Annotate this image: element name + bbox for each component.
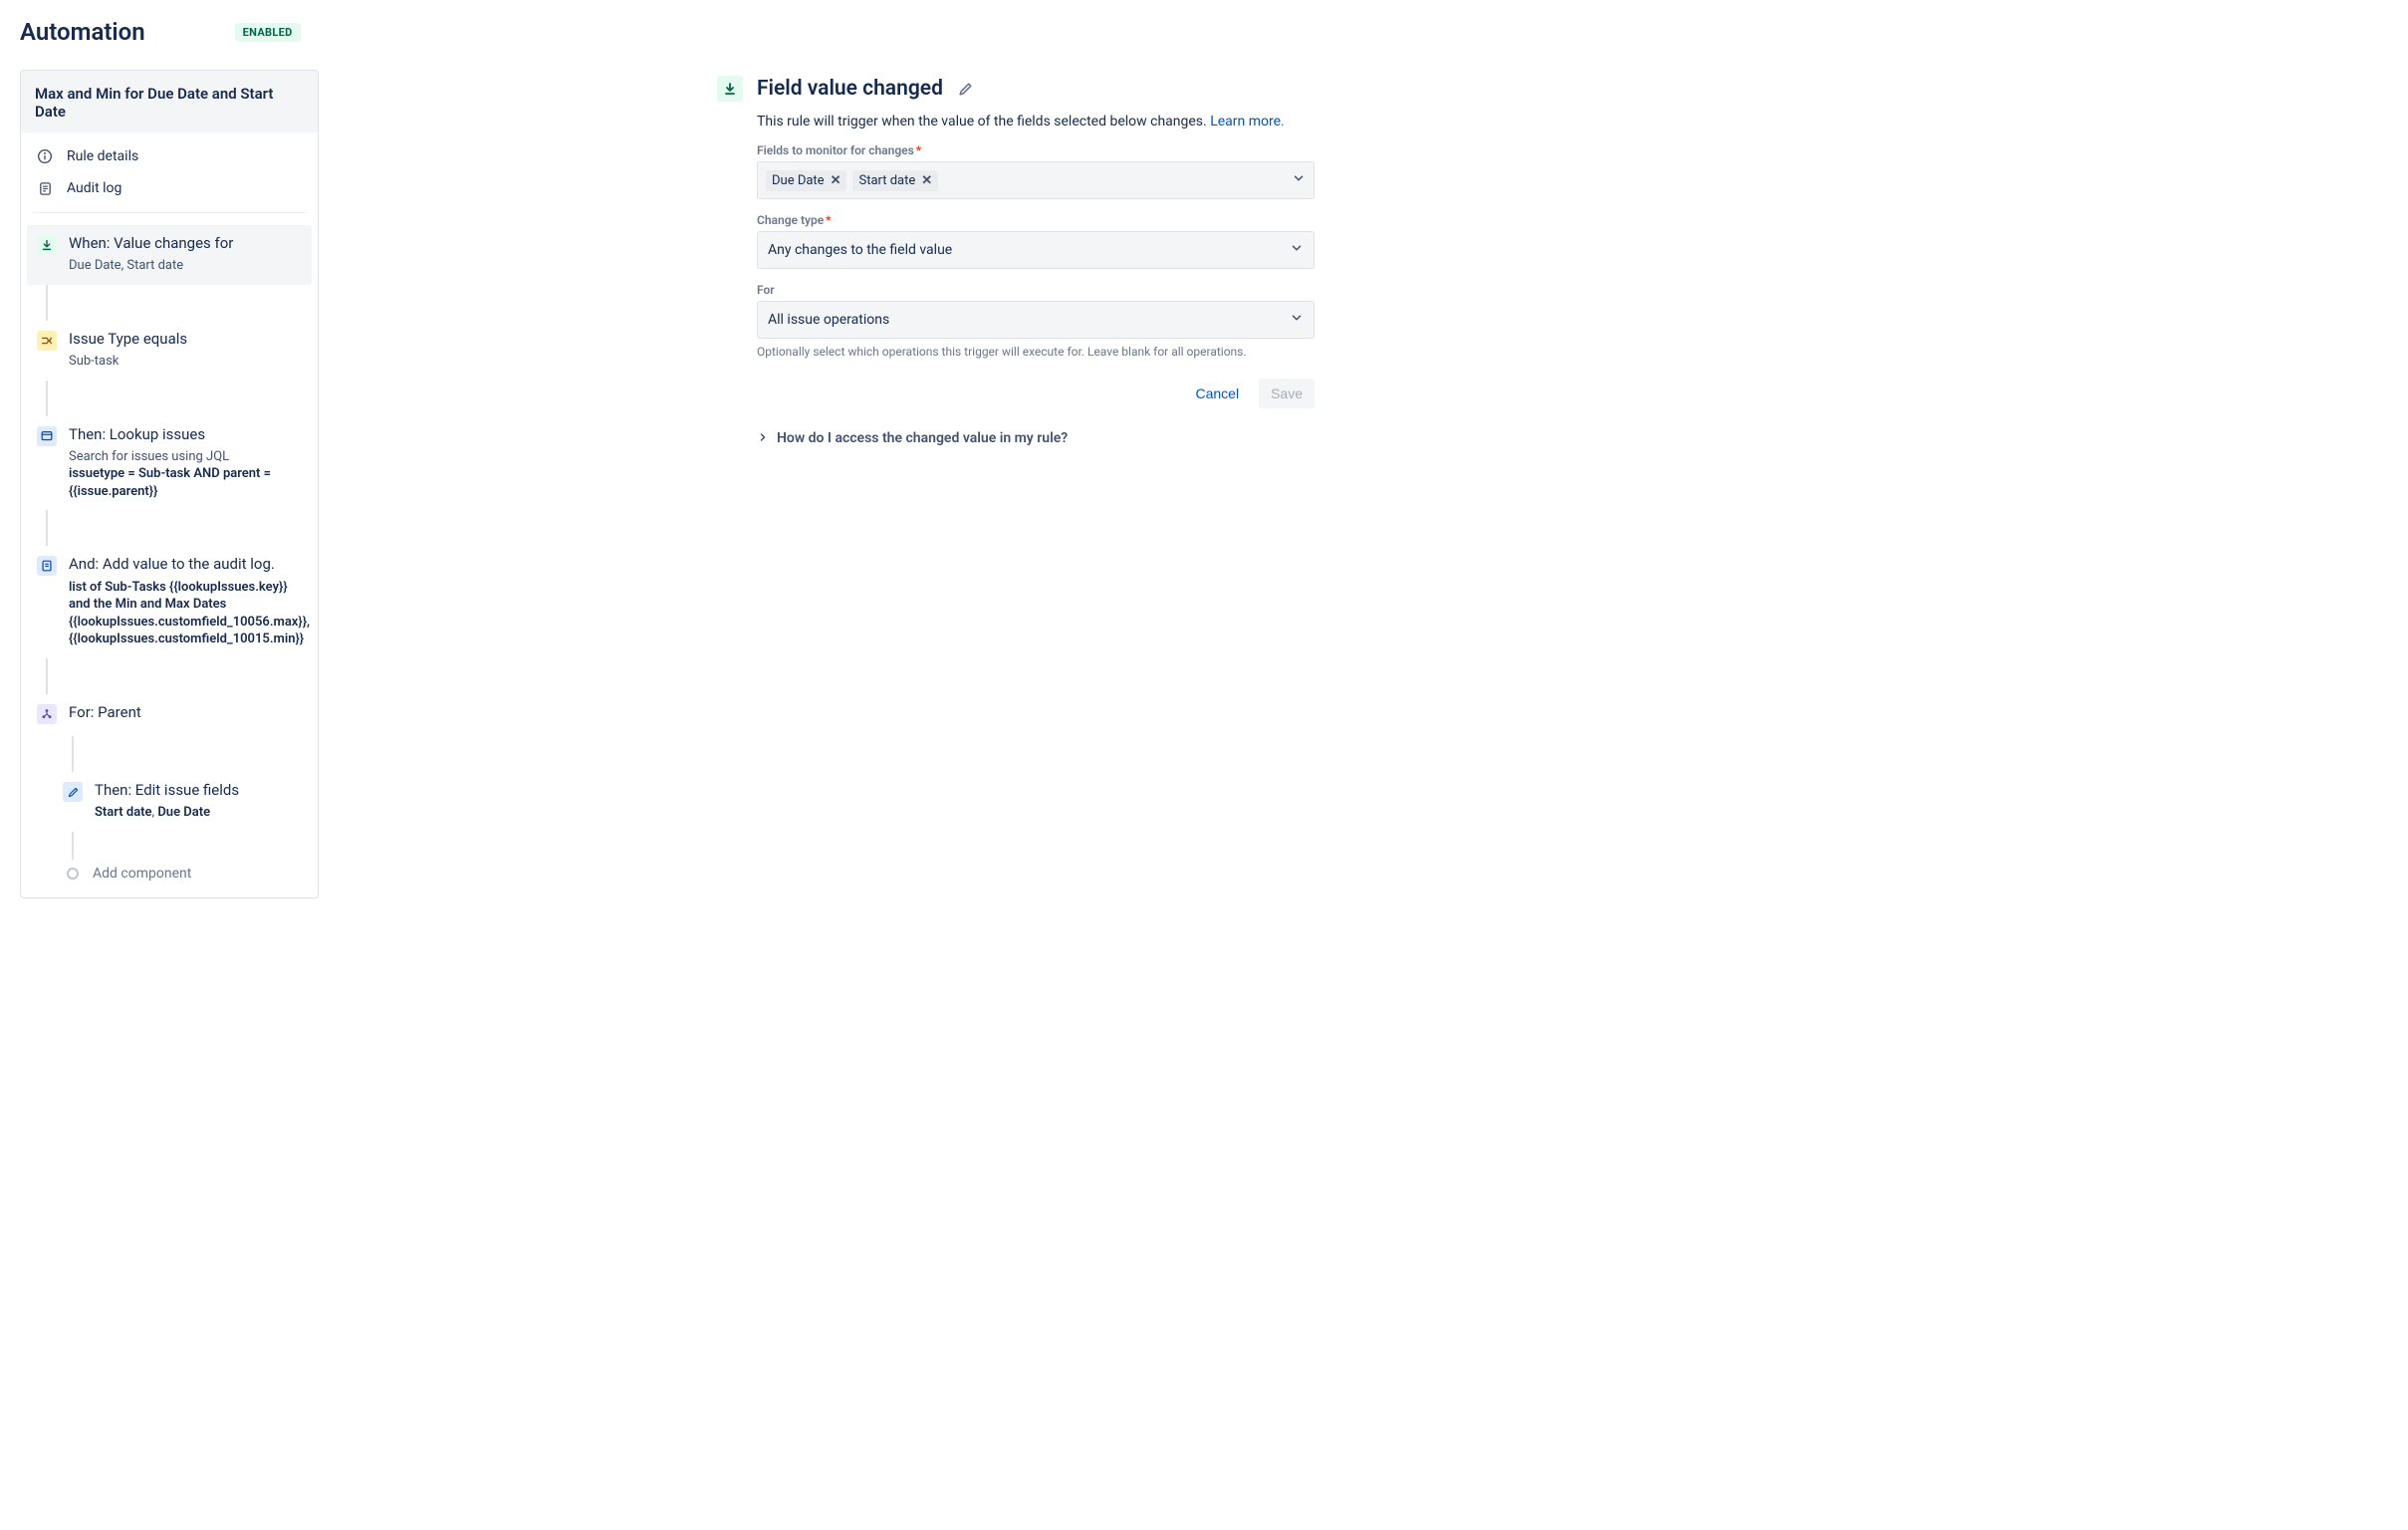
step-branch-title: For: Parent: [69, 702, 302, 722]
step-edit-sub: Start date, Due Date: [95, 804, 302, 822]
step-lookup[interactable]: Then: Lookup issues Search for issues us…: [27, 416, 312, 511]
connector: [72, 736, 74, 772]
add-component[interactable]: Add component: [53, 860, 312, 886]
fields-monitor-label: Fields to monitor for changes*: [757, 143, 1315, 157]
step-condition-title: Issue Type equals: [69, 329, 302, 349]
help-accordion[interactable]: How do I access the changed value in my …: [757, 430, 1315, 446]
chevron-right-icon: [757, 431, 769, 446]
edit-title-button[interactable]: [957, 81, 974, 98]
step-lookup-title: Then: Lookup issues: [69, 424, 302, 444]
trigger-icon: [717, 76, 743, 102]
step-edit-fields[interactable]: Then: Edit issue fields Start date, Due …: [53, 772, 312, 832]
add-dot-icon: [67, 868, 79, 880]
detail-description: This rule will trigger when the value of…: [757, 114, 1315, 129]
info-icon: [37, 148, 53, 164]
help-accordion-label: How do I access the changed value in my …: [777, 430, 1068, 446]
connector: [46, 510, 48, 546]
divider: [33, 212, 306, 213]
connector: [46, 285, 48, 321]
change-type-select[interactable]: Any changes to the field value: [757, 231, 1315, 269]
audit-log-label: Audit log: [67, 180, 121, 196]
step-condition-sub: Sub-task: [69, 353, 302, 371]
save-button: Save: [1259, 379, 1315, 408]
trigger-icon: [37, 235, 57, 255]
connector: [46, 381, 48, 416]
change-type-label: Change type*: [757, 213, 1315, 227]
chevron-down-icon: [1290, 241, 1304, 259]
lookup-icon: [37, 426, 57, 446]
edit-icon: [63, 782, 83, 802]
detail-panel: Field value changed This rule will trigg…: [717, 70, 1315, 446]
chevron-down-icon: [1292, 171, 1306, 189]
fields-monitor-select[interactable]: Due Date ✕ Start date ✕: [757, 161, 1315, 199]
condition-icon: [37, 331, 57, 351]
rule-details-link[interactable]: Rule details: [27, 140, 312, 172]
branch-icon: [37, 704, 57, 724]
cancel-button[interactable]: Cancel: [1183, 379, 1251, 408]
rule-name: Max and Min for Due Date and Start Date: [21, 71, 318, 132]
step-audit-title: And: Add value to the audit log.: [69, 554, 302, 574]
step-trigger-sub: Due Date, Start date: [69, 257, 302, 275]
log-icon: [37, 180, 53, 196]
status-badge: ENABLED: [235, 23, 301, 42]
page-title: Automation: [20, 18, 145, 46]
step-branch-parent[interactable]: For: Parent: [27, 694, 312, 736]
step-trigger-title: When: Value changes for: [69, 233, 302, 253]
for-label: For: [757, 283, 1315, 297]
remove-chip-icon[interactable]: ✕: [831, 173, 842, 188]
rule-details-label: Rule details: [67, 148, 138, 164]
for-select[interactable]: All issue operations: [757, 301, 1315, 339]
audit-log-link[interactable]: Audit log: [27, 172, 312, 204]
chip-start-date: Start date ✕: [852, 170, 938, 191]
step-condition[interactable]: Issue Type equals Sub-task: [27, 321, 312, 381]
step-audit-sub: list of Sub-Tasks {{lookupIssues.key}} a…: [69, 579, 302, 648]
connector: [46, 658, 48, 694]
chip-due-date: Due Date ✕: [766, 170, 846, 191]
audit-icon: [37, 556, 57, 576]
step-audit[interactable]: And: Add value to the audit log. list of…: [27, 546, 312, 657]
step-edit-title: Then: Edit issue fields: [95, 780, 302, 800]
for-helper-text: Optionally select which operations this …: [757, 345, 1315, 359]
step-trigger[interactable]: When: Value changes for Due Date, Start …: [27, 225, 312, 285]
connector: [72, 832, 74, 860]
rule-panel: Max and Min for Due Date and Start Date …: [20, 70, 319, 898]
detail-title: Field value changed: [757, 77, 943, 101]
remove-chip-icon[interactable]: ✕: [921, 173, 932, 188]
step-lookup-sub: Search for issues using JQL issuetype = …: [69, 448, 302, 501]
learn-more-link[interactable]: Learn more.: [1210, 114, 1285, 129]
add-component-label: Add component: [93, 866, 191, 882]
chevron-down-icon: [1290, 311, 1304, 329]
